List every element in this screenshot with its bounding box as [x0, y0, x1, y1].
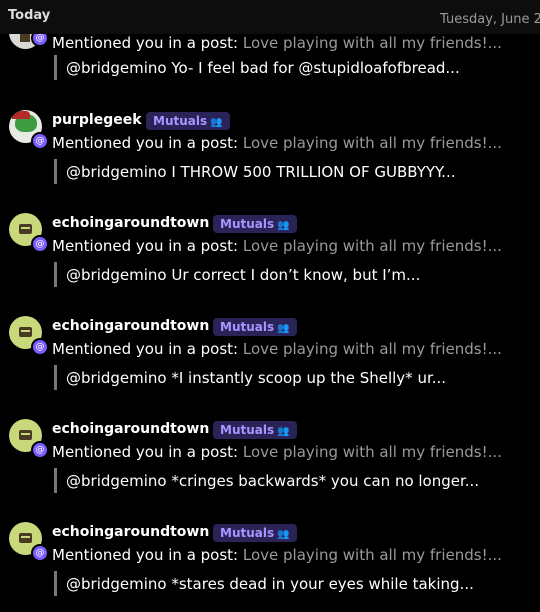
- notification-text[interactable]: Mentioned you in a post: Love playing wi…: [52, 237, 502, 255]
- mutuals-badge: Mutuals 👥: [213, 524, 297, 542]
- people-icon: 👥: [277, 323, 290, 334]
- username-link[interactable]: echoingaroundtown: [52, 215, 209, 231]
- quote-text[interactable]: @bridgemino I THROW 500 TRILLION OF GUBB…: [66, 163, 455, 181]
- quote-text[interactable]: @bridgemino Ur correct I don’t know, but…: [66, 266, 420, 284]
- mention-badge-icon: @: [31, 338, 49, 356]
- username-link[interactable]: echoingaroundtown: [52, 524, 209, 540]
- quote-bar: [54, 468, 57, 493]
- notification-text[interactable]: Mentioned you in a post: Love playing wi…: [52, 134, 502, 152]
- username-link[interactable]: echoingaroundtown: [52, 318, 209, 334]
- people-icon: 👥: [277, 529, 290, 540]
- quote-bar: [54, 262, 57, 287]
- mutuals-badge: Mutuals 👥: [213, 215, 297, 233]
- mention-badge-icon: @: [31, 544, 49, 562]
- people-icon: 👥: [277, 426, 290, 437]
- mutuals-badge: Mutuals 👥: [213, 318, 297, 336]
- mention-badge-icon: @: [31, 235, 49, 253]
- mutuals-badge: Mutuals 👥: [146, 112, 230, 130]
- post-preview-link[interactable]: Love playing with all my friends!...: [243, 237, 502, 255]
- today-label: Today: [8, 8, 51, 23]
- post-preview-link[interactable]: Love playing with all my friends!...: [243, 443, 502, 461]
- notification-text[interactable]: Mentioned you in a post: Love playing wi…: [52, 340, 502, 358]
- notification-item[interactable]: @ echoingaroundtown Mutuals 👥 Mentioned y…: [0, 522, 540, 612]
- people-icon: 👥: [277, 220, 290, 231]
- quote-text[interactable]: @bridgemino *cringes backwards* you can …: [66, 472, 479, 490]
- people-icon: 👥: [210, 117, 223, 128]
- day-header: Today Tuesday, June 2: [0, 0, 540, 34]
- quote-text[interactable]: @bridgemino *stares dead in your eyes wh…: [66, 575, 474, 593]
- quote-bar: [54, 55, 57, 80]
- mutuals-badge: Mutuals 👥: [213, 421, 297, 439]
- notification-text[interactable]: Mentioned you in a post: Love playing wi…: [52, 546, 502, 564]
- post-preview-link[interactable]: Love playing with all my friends!...: [243, 134, 502, 152]
- notification-item[interactable]: @ echoingaroundtown Mutuals 👥 Mentioned y…: [0, 419, 540, 509]
- mention-badge-icon: @: [31, 441, 49, 459]
- quote-text[interactable]: @bridgemino *I instantly scoop up the Sh…: [66, 369, 446, 387]
- quote-text[interactable]: @bridgemino Yo- I feel bad for @stupidlo…: [66, 59, 460, 77]
- post-preview-link[interactable]: Love playing with all my friends!...: [243, 34, 502, 52]
- notification-text[interactable]: Mentioned you in a post: Love playing wi…: [52, 34, 502, 52]
- username-link[interactable]: echoingaroundtown: [52, 421, 209, 437]
- post-preview-link[interactable]: Love playing with all my friends!...: [243, 340, 502, 358]
- notification-item[interactable]: @ echoingaroundtown Mutuals 👥 Mentioned y…: [0, 316, 540, 406]
- quote-bar: [54, 365, 57, 390]
- notification-item[interactable]: @ echoingaroundtown Mutuals 👥 Mentioned y…: [0, 213, 540, 303]
- quote-bar: [54, 571, 57, 596]
- post-preview-link[interactable]: Love playing with all my friends!...: [243, 546, 502, 564]
- username-link[interactable]: purplegeek: [52, 112, 142, 128]
- quote-bar: [54, 159, 57, 184]
- notification-text[interactable]: Mentioned you in a post: Love playing wi…: [52, 443, 502, 461]
- notification-item[interactable]: @ purplegeek Mutuals 👥 Mentioned you in a…: [0, 110, 540, 200]
- date-label: Tuesday, June 2: [440, 12, 540, 27]
- mention-badge-icon: @: [31, 132, 49, 150]
